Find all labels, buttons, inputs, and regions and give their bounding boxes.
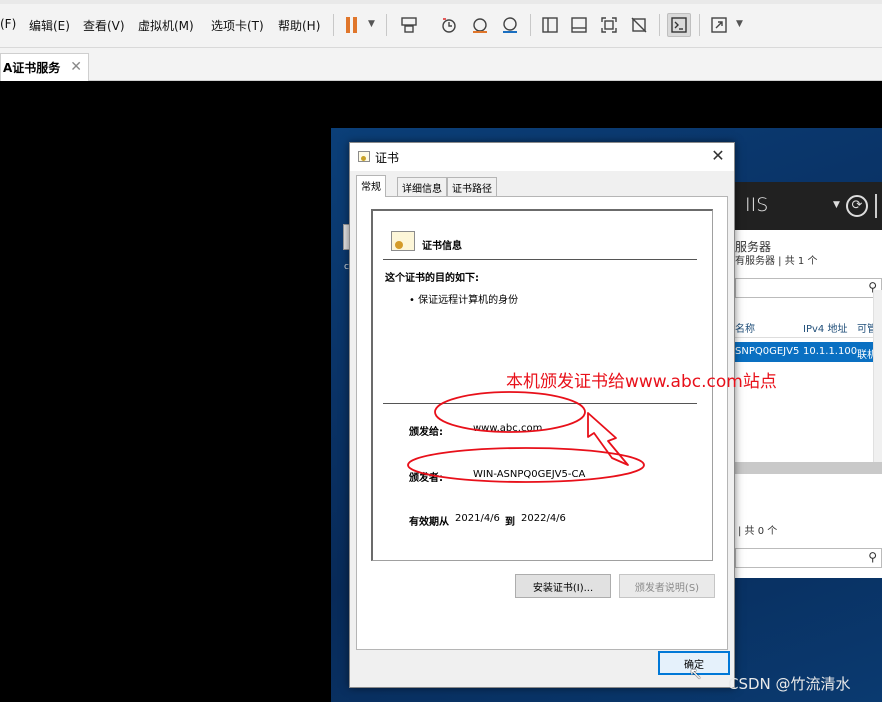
server-name-cell: SNPQ0GEJV5: [735, 346, 800, 357]
valid-to-word: 到: [505, 517, 515, 528]
revert-snapshot-icon[interactable]: [468, 13, 492, 37]
install-certificate-button[interactable]: 安装证书(I)...: [515, 574, 611, 598]
close-icon[interactable]: ✕: [70, 59, 82, 75]
tab-certification-path[interactable]: 证书路径: [447, 177, 497, 196]
events-count: | 共 0 个: [738, 526, 778, 537]
certificate-icon: [358, 151, 370, 162]
vmware-menubar: (F) 编辑(E) 查看(V) 虚拟机(M) 选项卡(T) 帮助(H) ▼ ▼: [0, 0, 882, 48]
stretch-guest-icon[interactable]: [707, 13, 731, 37]
chevron-down-icon[interactable]: ▼: [833, 200, 840, 210]
dialog-titlebar[interactable]: 证书 ✕: [350, 143, 734, 171]
issued-to-label: 颁发给:: [409, 427, 443, 438]
menu-help[interactable]: 帮助(H): [278, 17, 320, 34]
toolbar-separator: [333, 14, 334, 36]
vm-tab-bar: A证书服务 ✕: [0, 48, 882, 81]
vm-tab[interactable]: A证书服务 ✕: [0, 53, 89, 81]
column-name[interactable]: 名称: [735, 320, 755, 335]
snapshot-icon[interactable]: [437, 13, 461, 37]
window-title-strip: [0, 0, 882, 4]
divider: [383, 403, 697, 404]
valid-to-value: 2022/4/6: [521, 513, 566, 524]
toolbar-separator: [659, 14, 660, 36]
tab-details[interactable]: 详细信息: [397, 177, 447, 196]
search-icon: ⚲: [868, 550, 877, 564]
menu-view[interactable]: 查看(V): [83, 17, 125, 34]
validity-label: 有效期从: [409, 517, 449, 528]
divider: [383, 259, 697, 260]
pause-dropdown-icon[interactable]: ▼: [368, 19, 375, 29]
tab-general[interactable]: 常规: [356, 175, 386, 197]
valid-from-value: 2021/4/6: [455, 513, 500, 524]
certificate-icon: [391, 231, 415, 251]
close-icon[interactable]: ✕: [708, 146, 728, 166]
scrollbar[interactable]: [873, 290, 882, 470]
send-ctrl-alt-del-icon[interactable]: [397, 13, 421, 37]
menu-file[interactable]: (F): [0, 17, 16, 31]
mouse-pointer-icon: ↖: [689, 664, 703, 683]
server-filter-input[interactable]: ⚲: [735, 278, 882, 298]
stretch-dropdown-icon[interactable]: ▼: [736, 19, 743, 29]
console-view-icon[interactable]: [667, 13, 691, 37]
header-divider: [875, 194, 877, 218]
snapshot-manager-icon[interactable]: [498, 13, 522, 37]
issuer-statement-button[interactable]: 颁发者说明(S): [619, 574, 715, 598]
dialog-title: 证书: [375, 151, 400, 165]
general-tab-panel: 证书信息 这个证书的目的如下: • 保证远程计算机的身份 颁发给: www.ab…: [356, 196, 728, 650]
annotation-text: 本机颁发证书给www.abc.com站点: [506, 372, 777, 392]
single-window-icon[interactable]: [567, 13, 591, 37]
refresh-icon[interactable]: ⟳: [846, 195, 868, 217]
library-view-icon[interactable]: [538, 13, 562, 37]
issued-by-value: WIN-ASNPQ0GEJV5-CA: [473, 469, 586, 480]
purpose-heading: 这个证书的目的如下:: [385, 273, 479, 284]
column-ipv4[interactable]: IPv4 地址: [803, 320, 847, 335]
menu-edit[interactable]: 编辑(E): [29, 17, 70, 34]
toolbar-separator: [530, 14, 531, 36]
servers-subtitle: 有服务器 | 共 1 个: [735, 256, 818, 267]
menu-tabs[interactable]: 选项卡(T): [211, 17, 264, 34]
events-filter-input[interactable]: ⚲: [735, 548, 882, 568]
pause-icon[interactable]: [344, 13, 362, 37]
fullscreen-icon[interactable]: [597, 13, 621, 37]
menu-vm[interactable]: 虚拟机(M): [138, 17, 194, 34]
purpose-item: • 保证远程计算机的身份: [409, 295, 519, 306]
toolbar-separator: [386, 14, 387, 36]
server-ip-cell: 10.1.1.100: [803, 346, 858, 357]
toolbar-separator: [699, 14, 700, 36]
vm-tab-label: A证书服务: [3, 61, 61, 75]
server-manager-header: IIS ▼ ⟳: [735, 182, 882, 230]
server-manager-title: IIS: [745, 194, 769, 216]
certificate-info-title: 证书信息: [422, 241, 462, 252]
issued-to-value: www.abc.com: [473, 423, 543, 434]
section-divider: [735, 462, 882, 474]
server-grid-header: 名称 IPv4 地址 可管理: [735, 312, 882, 338]
watermark: CSDN @竹流清水: [728, 675, 851, 693]
issued-by-label: 颁发者:: [409, 473, 443, 484]
certificate-dialog: 证书 ✕ 常规 详细信息 证书路径 证书信息 这个证书的目的如下: • 保证远程…: [349, 142, 735, 688]
table-row[interactable]: SNPQ0GEJV5 10.1.1.100 联机: [735, 342, 882, 362]
unity-icon[interactable]: [627, 13, 651, 37]
